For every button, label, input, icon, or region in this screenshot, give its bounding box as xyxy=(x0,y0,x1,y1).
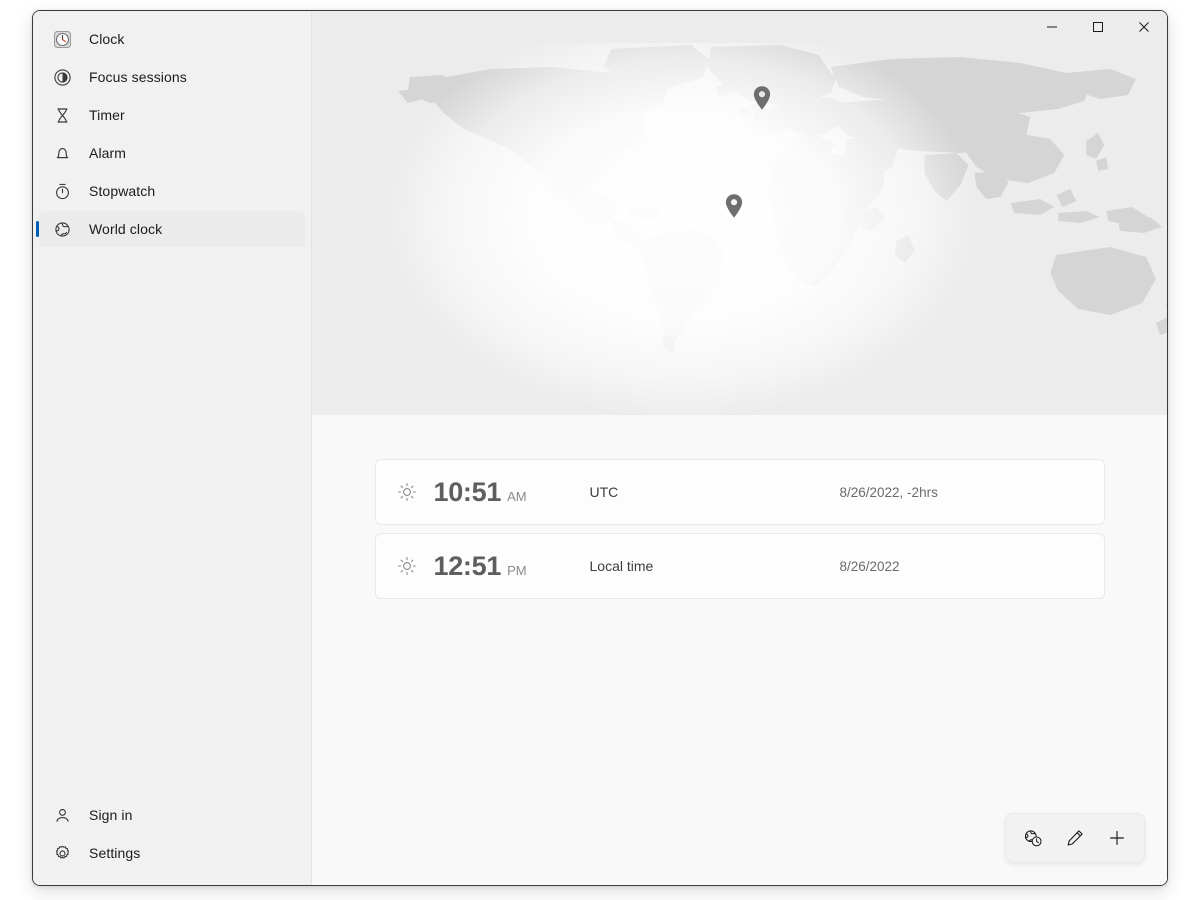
location-pin-icon xyxy=(752,85,772,111)
stopwatch-icon xyxy=(52,181,72,201)
sidebar-header-label: Clock xyxy=(89,31,125,47)
sun-icon xyxy=(396,481,418,503)
compare-times-button[interactable] xyxy=(1012,820,1054,856)
clock-row[interactable]: 10:51 AM UTC 8/26/2022, -2hrs xyxy=(375,459,1105,525)
sidebar-item-stopwatch[interactable]: Stopwatch xyxy=(39,173,305,209)
sidebar-item-label: Sign in xyxy=(89,807,133,823)
edit-button[interactable] xyxy=(1054,820,1096,856)
sidebar-item-label: Timer xyxy=(89,107,125,123)
clock-time: 10:51 AM xyxy=(434,479,566,506)
navigation-sidebar: Clock Focus sessions xyxy=(33,11,312,885)
hourglass-icon xyxy=(52,105,72,125)
minimize-icon xyxy=(1046,21,1058,33)
sun-icon xyxy=(396,555,418,577)
sidebar-secondary-nav: Sign in Settings xyxy=(33,795,311,885)
sidebar-item-label: Settings xyxy=(89,845,140,861)
sidebar-item-world-clock[interactable]: World clock xyxy=(39,211,305,247)
focus-sessions-icon xyxy=(52,67,72,87)
add-city-button[interactable] xyxy=(1096,820,1138,856)
clock-date-offset: 8/26/2022, -2hrs xyxy=(840,485,938,500)
world-map[interactable] xyxy=(312,43,1167,415)
action-bar xyxy=(1005,813,1145,863)
close-icon xyxy=(1138,21,1150,33)
globe-icon xyxy=(52,219,72,239)
sidebar-item-alarm[interactable]: Alarm xyxy=(39,135,305,171)
clock-zone-label: Local time xyxy=(590,558,840,574)
clock-zone-label: UTC xyxy=(590,484,840,500)
world-map-landmasses xyxy=(312,43,1167,415)
clock-date-offset: 8/26/2022 xyxy=(840,559,900,574)
clock-meridiem: PM xyxy=(507,564,527,577)
person-icon xyxy=(52,805,72,825)
sidebar-item-focus-sessions[interactable]: Focus sessions xyxy=(39,59,305,95)
gear-icon xyxy=(52,843,72,863)
map-pin-europe[interactable] xyxy=(752,85,772,116)
maximize-icon xyxy=(1092,21,1104,33)
clock-app-icon xyxy=(52,29,72,49)
clock-time: 12:51 PM xyxy=(434,553,566,580)
sidebar-item-settings[interactable]: Settings xyxy=(39,835,305,871)
sidebar-item-label: Stopwatch xyxy=(89,183,155,199)
clock-list-area: 10:51 AM UTC 8/26/2022, -2hrs xyxy=(312,415,1167,885)
plus-icon xyxy=(1107,828,1127,848)
compare-times-icon xyxy=(1023,828,1043,848)
content-area: 10:51 AM UTC 8/26/2022, -2hrs xyxy=(312,11,1167,885)
location-pin-icon xyxy=(724,193,744,219)
clock-list: 10:51 AM UTC 8/26/2022, -2hrs xyxy=(375,459,1105,599)
title-bar xyxy=(312,11,1167,43)
clock-time-value: 12:51 xyxy=(434,553,502,580)
sidebar-item-label: Alarm xyxy=(89,145,126,161)
sidebar-primary-nav: Clock Focus sessions xyxy=(33,11,311,249)
minimize-button[interactable] xyxy=(1029,11,1075,43)
sidebar-item-timer[interactable]: Timer xyxy=(39,97,305,133)
sidebar-item-label: World clock xyxy=(89,221,162,237)
pencil-icon xyxy=(1065,828,1085,848)
clock-meridiem: AM xyxy=(507,490,527,503)
bell-icon xyxy=(52,143,72,163)
clock-row[interactable]: 12:51 PM Local time 8/26/2022 xyxy=(375,533,1105,599)
sidebar-header-clock[interactable]: Clock xyxy=(39,21,305,57)
sidebar-item-sign-in[interactable]: Sign in xyxy=(39,797,305,833)
close-button[interactable] xyxy=(1121,11,1167,43)
sidebar-item-label: Focus sessions xyxy=(89,69,187,85)
screen: Clock Focus sessions xyxy=(0,0,1200,900)
map-pin-africa[interactable] xyxy=(724,193,744,224)
clock-time-value: 10:51 xyxy=(434,479,502,506)
clock-app-window: Clock Focus sessions xyxy=(32,10,1168,886)
maximize-button[interactable] xyxy=(1075,11,1121,43)
